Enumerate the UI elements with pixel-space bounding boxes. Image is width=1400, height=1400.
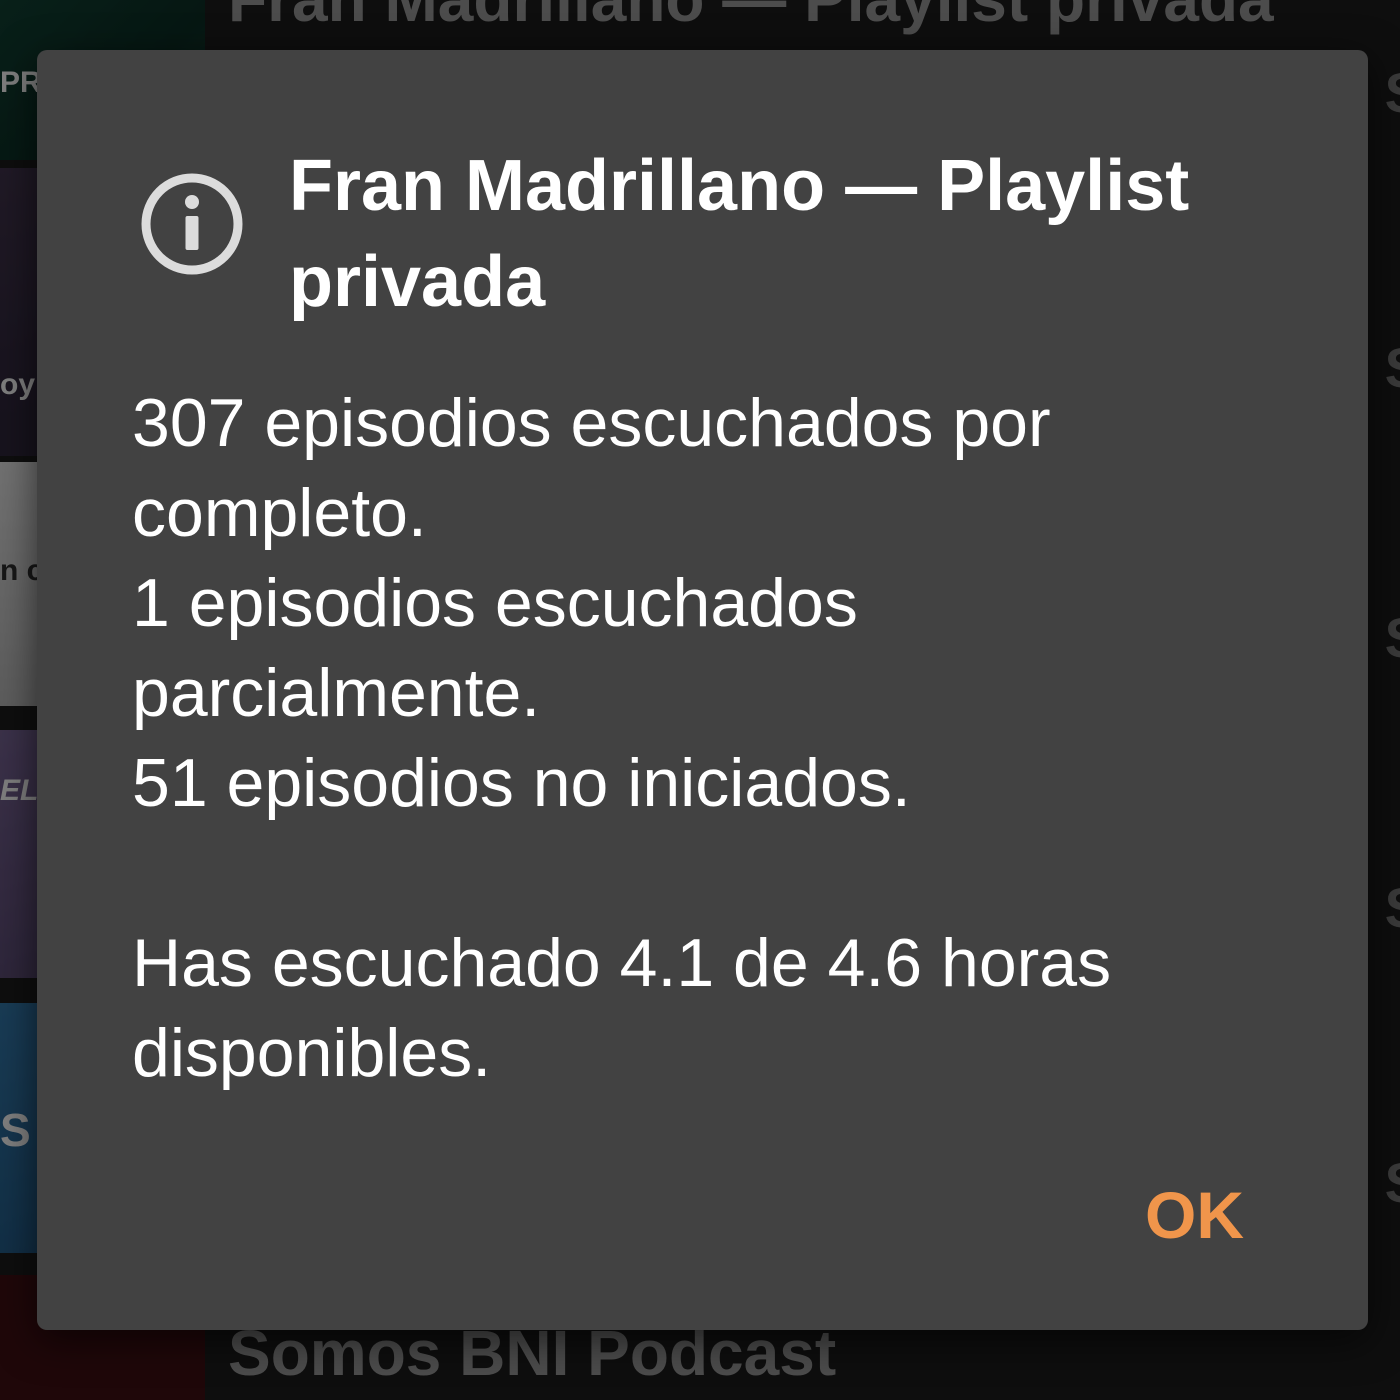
partial-episodes-text: 1 episodios escuchados parcialmente. bbox=[132, 565, 858, 731]
dialog-message: 307 episodios escuchados por completo. 1… bbox=[132, 378, 1262, 1098]
info-icon bbox=[141, 173, 243, 275]
stats-dialog: Fran Madrillano — Playlist privada 307 e… bbox=[37, 50, 1368, 1330]
screen: PR oy n c TE EL S Fran Madrillano — Play… bbox=[0, 0, 1400, 1400]
unstarted-episodes-text: 51 episodios no iniciados. bbox=[132, 745, 911, 821]
ok-button[interactable]: OK bbox=[1145, 1175, 1244, 1255]
completed-episodes-text: 307 episodios escuchados por completo. bbox=[132, 385, 1051, 551]
dialog-title: Fran Madrillano — Playlist privada bbox=[289, 146, 1190, 322]
listening-summary-text: Has escuchado 4.1 de 4.6 horas disponibl… bbox=[132, 925, 1112, 1091]
